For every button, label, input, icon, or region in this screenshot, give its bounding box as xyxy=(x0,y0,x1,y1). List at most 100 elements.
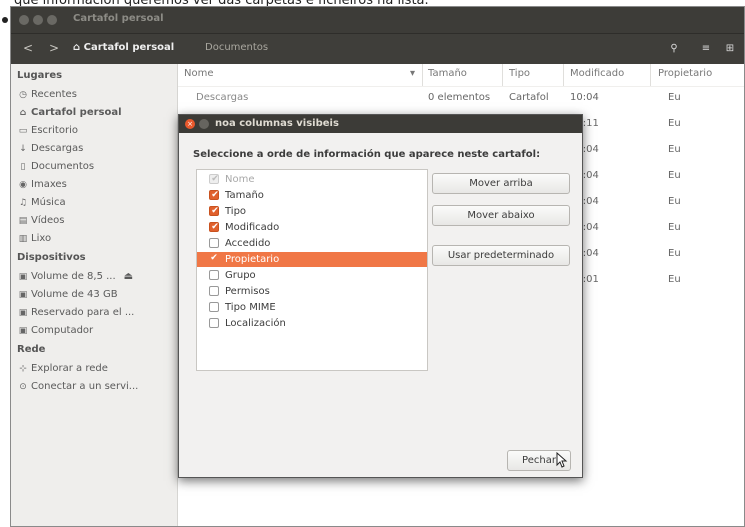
move-down-button[interactable]: Mover abaixo xyxy=(432,205,570,226)
sidebar-item[interactable]: ♫ Música xyxy=(17,196,66,210)
column-checkbox[interactable]: ✔ xyxy=(209,190,219,200)
sidebar-section-title: Rede xyxy=(17,344,46,355)
header-divider xyxy=(178,86,744,87)
window-minimize-button[interactable] xyxy=(33,15,43,25)
sidebar-item[interactable]: ▥ Lixo xyxy=(17,232,51,246)
sidebar-item-label: Reservado para el ... xyxy=(31,307,135,318)
column-option-row[interactable]: Accedido xyxy=(197,236,427,251)
breadcrumb-home[interactable]: ⌂ Cartafol persoal xyxy=(73,42,174,53)
column-option-row[interactable]: ✔ Tipo xyxy=(197,204,427,219)
mouse-cursor-icon xyxy=(556,452,568,468)
drive-icon: ▣ xyxy=(18,308,28,318)
sort-indicator-icon: ▾ xyxy=(410,68,416,79)
breadcrumb-documentos[interactable]: Documentos xyxy=(205,42,268,53)
drive-icon: ▣ xyxy=(18,290,28,300)
column-option-row[interactable]: Grupo xyxy=(197,268,427,283)
column-divider xyxy=(650,64,651,86)
forward-arrow-icon[interactable]: > xyxy=(47,41,61,55)
sidebar-item[interactable]: ▯ Documentos xyxy=(17,160,95,174)
column-option-row[interactable]: Localización xyxy=(197,316,427,331)
column-option-label: Grupo xyxy=(225,270,256,281)
column-option-row[interactable]: Permisos xyxy=(197,284,427,299)
eject-icon[interactable]: ⏏ xyxy=(124,271,133,282)
sidebar-item[interactable]: ▣ Volume de 43 GB xyxy=(17,288,118,302)
column-option-row[interactable]: ✔ Modificado xyxy=(197,220,427,235)
column-option-row[interactable]: ✔ Tamaño xyxy=(197,188,427,203)
document-icon: ▯ xyxy=(20,162,26,172)
column-checkbox[interactable] xyxy=(209,270,219,280)
file-type-cell: Cartafol xyxy=(509,92,549,103)
sidebar-item[interactable]: ▣ Volume de 8,5 ... ⏏ xyxy=(17,270,133,284)
sidebar-item-label: Volume de 8,5 ... xyxy=(31,271,116,282)
desktop-icon: ▭ xyxy=(18,126,28,136)
column-header-modificado[interactable]: Modificado xyxy=(570,68,624,79)
dialog-minimize-button[interactable] xyxy=(199,119,209,129)
grid-view-icon[interactable]: ⊞ xyxy=(723,42,737,56)
list-view-icon[interactable]: ≡ xyxy=(699,42,713,56)
trash-icon: ▥ xyxy=(18,234,28,244)
sidebar: Lugares ◷ Recentes ⌂ Cartafol persoal ▭ Escrit… xyxy=(11,64,178,526)
bullet-dot xyxy=(2,17,8,23)
owner-cell: Eu xyxy=(668,170,681,181)
sidebar-item[interactable]: ⊙ Conectar a un servi... xyxy=(17,380,138,394)
sidebar-item[interactable]: ⌂ Cartafol persoal xyxy=(17,106,122,120)
checkmark-icon: ✔ xyxy=(210,253,218,263)
sidebar-item-label: Música xyxy=(31,197,66,208)
sidebar-item-label: Escritorio xyxy=(31,125,78,136)
network-icon: ⊹ xyxy=(19,364,27,374)
column-option-label: Modificado xyxy=(225,222,280,233)
column-header-tipo[interactable]: Tipo xyxy=(509,68,530,79)
column-option-label: Nome xyxy=(225,174,255,185)
column-header-nome[interactable]: Nome xyxy=(184,68,214,79)
window-maximize-button[interactable] xyxy=(47,15,57,25)
column-divider xyxy=(563,64,564,86)
film-icon: ▤ xyxy=(18,216,28,226)
column-checkbox[interactable] xyxy=(209,238,219,248)
column-checkbox[interactable] xyxy=(209,286,219,296)
dialog-close-icon[interactable]: × xyxy=(185,119,195,129)
column-checkbox[interactable]: ✔ xyxy=(209,206,219,216)
column-list: ✔ Nome ✔ Tamaño ✔ Tipo ✔ Modificado Accedido ✔ Pro… xyxy=(196,169,428,371)
column-option-row[interactable]: ✔ Nome xyxy=(197,172,427,187)
column-option-label: Tamaño xyxy=(225,190,264,201)
drive-icon: ▣ xyxy=(18,272,28,282)
column-header-propietario[interactable]: Propietario xyxy=(658,68,712,79)
checkmark-icon: ✔ xyxy=(211,190,219,200)
sidebar-item[interactable]: ▭ Escritorio xyxy=(17,124,78,138)
column-header-tamano[interactable]: Tamaño xyxy=(428,68,467,79)
column-checkbox: ✔ xyxy=(209,174,219,184)
window-titlebar: Cartafol persoal xyxy=(11,7,744,33)
sidebar-item[interactable]: ◷ Recentes xyxy=(17,88,77,102)
column-option-row[interactable]: Tipo MIME xyxy=(197,300,427,315)
sidebar-item[interactable]: ⊹ Explorar a rede xyxy=(17,362,108,376)
column-checkbox[interactable] xyxy=(209,302,219,312)
sidebar-item[interactable]: ▣ Computador xyxy=(17,324,93,338)
home-icon: ⌂ xyxy=(73,42,84,53)
music-icon: ♫ xyxy=(18,198,28,208)
search-icon[interactable]: ⚲ xyxy=(667,42,681,56)
sidebar-item[interactable]: ▣ Reservado para el ... xyxy=(17,306,135,320)
move-up-button[interactable]: Mover arriba xyxy=(432,173,570,194)
sidebar-section-title: Dispositivos xyxy=(17,252,86,263)
sidebar-item[interactable]: ↓ Descargas xyxy=(17,142,83,156)
clock-icon: ◷ xyxy=(19,90,27,100)
sidebar-item-label: Volume de 43 GB xyxy=(31,289,118,300)
visible-columns-dialog: × noa columnas visibeis Seleccione a ord… xyxy=(178,114,583,478)
owner-cell: Eu xyxy=(668,222,681,233)
column-checkbox[interactable]: ✔ xyxy=(209,222,219,232)
sidebar-item-label: Explorar a rede xyxy=(31,363,108,374)
column-checkbox[interactable] xyxy=(209,318,219,328)
owner-cell: Eu xyxy=(668,248,681,259)
reset-default-button[interactable]: Usar predeterminado xyxy=(432,245,570,266)
sidebar-item-label: Lixo xyxy=(31,233,52,244)
column-option-row[interactable]: ✔ Propietario xyxy=(197,252,427,267)
sidebar-item[interactable]: ▤ Vídeos xyxy=(17,214,65,228)
sidebar-item-label: Documentos xyxy=(31,161,95,172)
sidebar-item-label: Descargas xyxy=(31,143,84,154)
file-name-cell[interactable]: Descargas xyxy=(196,92,248,103)
window-close-button[interactable] xyxy=(19,15,29,25)
column-checkbox[interactable]: ✔ xyxy=(209,253,219,264)
dialog-titlebar: × noa columnas visibeis xyxy=(179,115,582,133)
sidebar-item[interactable]: ◉ Imaxes xyxy=(17,178,67,192)
back-arrow-icon[interactable]: < xyxy=(21,41,35,55)
